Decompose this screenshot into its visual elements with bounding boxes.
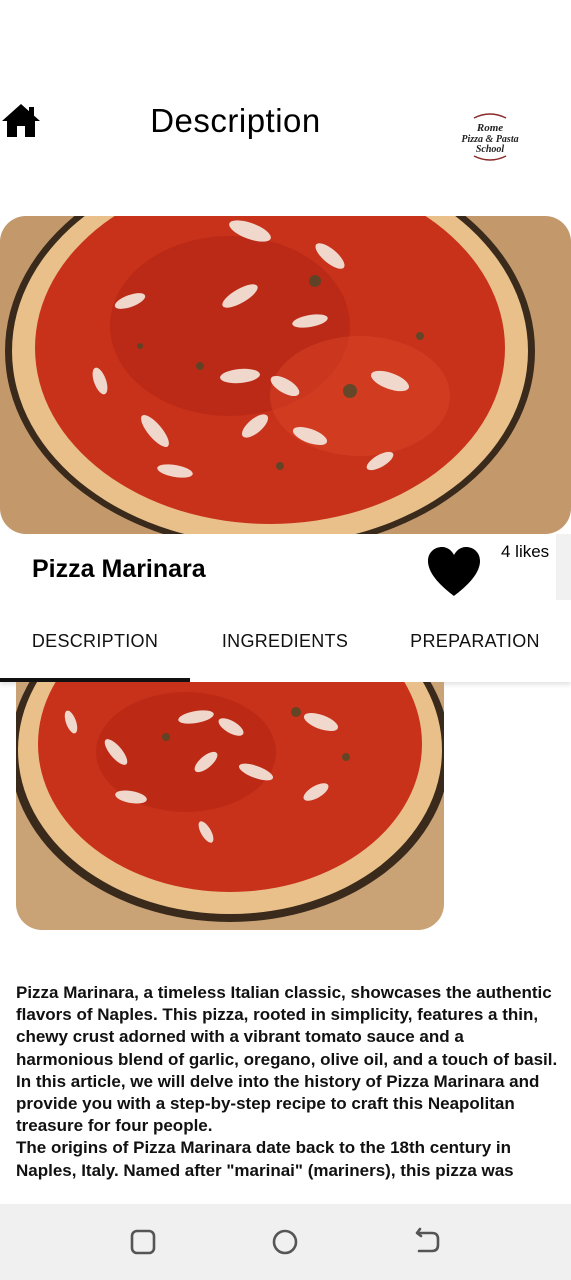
description-image	[16, 682, 444, 930]
heart-icon	[428, 547, 480, 596]
recipe-name: Pizza Marinara	[32, 555, 206, 583]
circle-home-icon	[272, 1229, 298, 1255]
app-header: Description Rome Pizza & Pasta School	[0, 0, 571, 200]
back-button[interactable]	[410, 1224, 446, 1260]
svg-text:School: School	[476, 144, 505, 155]
description-text: Pizza Marinara, a timeless Italian class…	[16, 983, 558, 1180]
scroll-edge	[556, 534, 571, 600]
recent-apps-button[interactable]	[125, 1224, 161, 1260]
likes-count: 4 likes	[501, 542, 550, 561]
back-icon	[415, 1227, 440, 1253]
recent-apps-icon	[130, 1229, 156, 1255]
like-button[interactable]	[424, 544, 484, 600]
tab-description[interactable]: DESCRIPTION	[0, 612, 190, 678]
svg-text:Rome: Rome	[476, 122, 503, 134]
recipe-title-row: Pizza Marinara 4 likes	[0, 534, 571, 612]
tab-preparation[interactable]: PREPARATION	[380, 612, 570, 678]
school-logo: Rome Pizza & Pasta School	[450, 108, 530, 166]
system-home-button[interactable]	[267, 1224, 303, 1260]
system-navigation-bar	[0, 1204, 571, 1280]
recipe-tabs: DESCRIPTION INGREDIENTS PREPARATION	[0, 612, 571, 682]
tab-ingredients[interactable]: INGREDIENTS	[190, 612, 380, 678]
recipe-hero-image	[0, 216, 571, 534]
